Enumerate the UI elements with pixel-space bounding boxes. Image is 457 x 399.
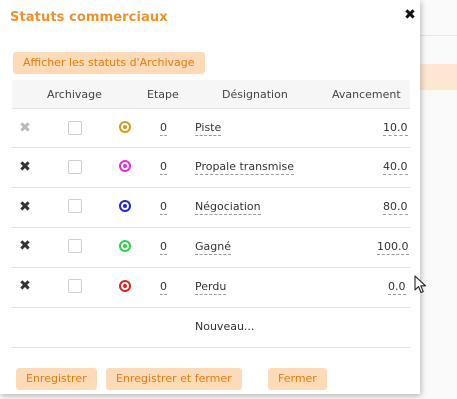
delete-row-icon[interactable]: ✖	[18, 278, 32, 294]
dialog-title: Statuts commerciaux	[10, 10, 168, 25]
header-divider	[12, 108, 410, 109]
background-divider	[420, 35, 457, 36]
row-divider	[12, 227, 410, 228]
row-divider	[12, 347, 410, 348]
avancement-field[interactable]: 80.0	[383, 200, 408, 215]
add-new-status-link[interactable]: Nouveau...	[195, 320, 254, 333]
close-button[interactable]: Fermer	[268, 368, 327, 390]
avancement-field[interactable]: 100.0	[377, 240, 409, 255]
designation-field[interactable]: Perdu	[195, 280, 227, 295]
archive-checkbox[interactable]	[68, 121, 82, 135]
save-button[interactable]: Enregistrer	[16, 368, 97, 390]
row-divider	[12, 187, 410, 188]
archive-checkbox[interactable]	[68, 279, 82, 293]
delete-row-icon[interactable]: ✖	[18, 199, 32, 215]
mouse-pointer-icon	[414, 275, 427, 294]
column-header-etape: Etape	[147, 88, 179, 101]
background-highlight-band	[420, 64, 457, 90]
status-color-icon[interactable]	[119, 121, 131, 133]
archive-checkbox[interactable]	[68, 160, 82, 174]
close-icon[interactable]: ✖	[403, 7, 417, 23]
designation-field[interactable]: Gagné	[195, 240, 231, 255]
delete-row-icon[interactable]: ✖	[18, 238, 32, 254]
etape-field[interactable]: 0	[160, 160, 167, 175]
etape-field[interactable]: 0	[160, 121, 167, 136]
column-header-designation: Désignation	[222, 88, 288, 101]
archive-checkbox[interactable]	[68, 199, 82, 213]
save-and-close-button[interactable]: Enregistrer et fermer	[106, 368, 242, 390]
status-color-icon[interactable]	[119, 160, 131, 172]
column-header-avancement: Avancement	[332, 88, 401, 101]
statuts-dialog: Statuts commerciaux ✖ Afficher les statu…	[0, 0, 420, 394]
status-color-icon[interactable]	[119, 240, 131, 252]
designation-field[interactable]: Négociation	[195, 200, 261, 215]
status-color-icon[interactable]	[119, 280, 131, 292]
delete-row-icon[interactable]: ✖	[18, 159, 32, 175]
archive-checkbox[interactable]	[68, 239, 82, 253]
row-divider	[12, 147, 410, 148]
avancement-field[interactable]: 40.0	[383, 160, 408, 175]
row-divider	[12, 307, 410, 308]
etape-field[interactable]: 0	[160, 200, 167, 215]
etape-field[interactable]: 0	[160, 280, 167, 295]
show-archived-button[interactable]: Afficher les statuts d'Archivage	[13, 52, 205, 74]
status-color-icon[interactable]	[119, 200, 131, 212]
row-divider	[12, 267, 410, 268]
etape-field[interactable]: 0	[160, 240, 167, 255]
designation-field[interactable]: Piste	[195, 121, 222, 136]
avancement-field[interactable]: 0.0	[388, 280, 406, 295]
designation-field[interactable]: Propale transmise	[195, 160, 295, 175]
delete-row-icon[interactable]: ✖	[18, 120, 32, 136]
column-header-archivage: Archivage	[47, 88, 102, 101]
avancement-field[interactable]: 10.0	[383, 121, 408, 136]
